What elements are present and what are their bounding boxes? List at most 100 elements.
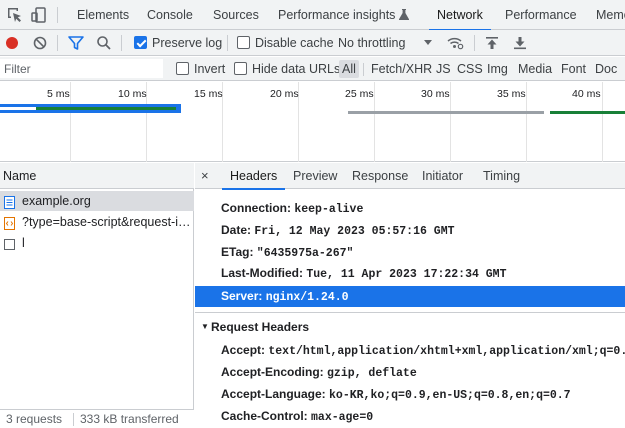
header-value: "6435975a-267" (256, 247, 354, 260)
transferred-size: 333 kB transferred (80, 412, 179, 426)
request-header-row[interactable]: Cache-Control: max-age=0 (195, 406, 625, 427)
request-count: 3 requests (6, 412, 63, 426)
filter-type-all[interactable]: All (339, 60, 359, 78)
search-icon[interactable] (95, 34, 113, 52)
request-header-row[interactable]: Accept-Language: ko-KR,ko;q=0.9,en-US;q=… (195, 384, 625, 405)
response-header-row[interactable]: Date: Fri, 12 May 2023 05:57:16 GMT (195, 220, 625, 241)
waterfall-bar-document-gap (0, 107, 36, 110)
header-value: text/html,application/xhtml+xml,applicat… (268, 345, 625, 358)
header-key: ETag: (221, 245, 254, 259)
response-header-row[interactable]: Connection: keep-alive (195, 198, 625, 219)
tab-headers[interactable]: Headers (221, 163, 286, 190)
header-value: max-age=0 (311, 411, 374, 424)
header-line: Date: Fri, 12 May 2023 05:57:16 GMT (221, 220, 455, 241)
throttle-dropdown-icon[interactable] (421, 35, 439, 53)
import-har-icon[interactable] (483, 34, 501, 52)
overview-waterfall (0, 104, 625, 114)
network-toolbar: Preserve log Disable cache No throttling (0, 30, 625, 56)
details-tab-bar: × Headers Preview Response Initiator Tim… (195, 163, 625, 190)
document-icon (4, 195, 15, 209)
network-overview-timeline[interactable]: 5 ms 10 ms 15 ms 20 ms 25 ms 30 ms 35 ms… (0, 82, 625, 162)
other-icon (4, 237, 15, 250)
header-value: keep-alive (294, 203, 364, 216)
throttling-select[interactable]: No throttling (338, 30, 405, 56)
tab-initiator[interactable]: Initiator (422, 163, 463, 189)
tab-network[interactable]: Network (429, 0, 491, 31)
invert-checkbox[interactable] (176, 62, 189, 75)
tab-elements[interactable]: Elements (77, 0, 129, 30)
tab-sources[interactable]: Sources (213, 0, 259, 30)
header-line: ETag: "6435975a-267" (221, 242, 353, 263)
tab-response[interactable]: Response (352, 163, 408, 189)
response-header-row[interactable]: Last-Modified: Tue, 11 Apr 2023 17:22:34… (195, 263, 625, 284)
filter-bar: Invert Hide data URLs All Fetch/XHR JS C… (0, 57, 625, 81)
name-column-header[interactable]: Name (0, 163, 194, 189)
network-status-bar: 3 requests 333 kB transferred (0, 409, 194, 428)
filter-type-css[interactable]: CSS (457, 57, 483, 81)
filter-icon[interactable] (67, 34, 85, 52)
header-key: Connection: (221, 201, 291, 215)
toolbar-separator (474, 35, 475, 51)
header-key: Accept: (221, 343, 266, 357)
tab-performance[interactable]: Performance (505, 0, 577, 30)
request-headers-section-toggle[interactable]: ▼ Request Headers (195, 316, 625, 338)
filter-type-js[interactable]: JS (436, 57, 451, 81)
tab-console[interactable]: Console (147, 0, 193, 30)
request-list: Name example.org ?type=base-script&reque… (0, 163, 194, 428)
request-details-panel: × Headers Preview Response Initiator Tim… (195, 163, 625, 428)
waterfall-bar-script-green (550, 111, 625, 114)
request-header-row[interactable]: Accept-Encoding: gzip, deflate (195, 362, 625, 383)
request-header-row[interactable]: Accept: text/html,application/xhtml+xml,… (195, 340, 625, 361)
request-row[interactable]: ?type=base-script&request-id... (0, 212, 194, 232)
export-har-icon[interactable] (511, 34, 529, 52)
inspect-element-icon[interactable] (6, 6, 24, 24)
header-key: Date: (221, 223, 252, 237)
header-value: Fri, 12 May 2023 05:57:16 GMT (254, 225, 455, 238)
network-conditions-icon[interactable] (446, 34, 464, 52)
close-icon[interactable]: × (201, 163, 209, 189)
hide-data-urls-label[interactable]: Hide data URLs (252, 57, 340, 81)
filter-separator (363, 63, 364, 76)
tab-memory[interactable]: Memo (596, 0, 625, 30)
request-name: example.org (22, 194, 91, 208)
invert-label[interactable]: Invert (194, 57, 225, 81)
header-line: Accept: text/html,application/xhtml+xml,… (221, 340, 625, 361)
record-icon[interactable] (3, 34, 21, 52)
tab-preview[interactable]: Preview (293, 163, 337, 189)
header-key: Last-Modified: (221, 266, 303, 280)
filter-type-font[interactable]: Font (561, 57, 586, 81)
tab-bar-separator (57, 7, 58, 23)
header-value: Tue, 11 Apr 2023 17:22:34 GMT (306, 268, 507, 281)
filter-type-media[interactable]: Media (518, 57, 552, 81)
header-key: Accept-Encoding: (221, 365, 324, 379)
header-key: Server: (221, 289, 263, 303)
tab-timing[interactable]: Timing (483, 163, 520, 189)
request-headers-title: Request Headers (211, 320, 310, 334)
filter-type-doc[interactable]: Doc (595, 57, 617, 81)
hide-data-urls-checkbox[interactable] (234, 62, 247, 75)
preserve-log-label[interactable]: Preserve log (152, 30, 222, 56)
header-line: Cache-Control: max-age=0 (221, 406, 373, 427)
filter-type-img[interactable]: Img (487, 57, 508, 81)
header-key: Cache-Control: (221, 409, 308, 423)
header-value: gzip, deflate (327, 367, 417, 380)
device-toolbar-icon[interactable] (30, 6, 48, 24)
tab-performance-insights-label: Performance insights (278, 8, 396, 22)
response-header-row-selected[interactable]: Server: nginx/1.24.0 (195, 286, 625, 307)
header-line: Last-Modified: Tue, 11 Apr 2023 17:22:34… (221, 263, 506, 284)
section-divider (195, 312, 625, 313)
header-line: Accept-Encoding: gzip, deflate (221, 362, 417, 383)
request-row[interactable]: l (0, 233, 194, 253)
response-header-row[interactable]: ETag: "6435975a-267" (195, 242, 625, 263)
clear-icon[interactable] (31, 34, 49, 52)
header-line: Server: nginx/1.24.0 (221, 286, 349, 307)
disable-cache-label[interactable]: Disable cache (255, 30, 334, 56)
header-line: Connection: keep-alive (221, 198, 363, 219)
tab-performance-insights[interactable]: Performance insights (278, 0, 410, 30)
filter-input[interactable] (0, 59, 163, 78)
preserve-log-checkbox[interactable] (134, 36, 147, 49)
status-separator (73, 413, 74, 426)
request-row[interactable]: example.org (0, 191, 194, 211)
filter-type-fetch-xhr[interactable]: Fetch/XHR (371, 57, 432, 81)
disable-cache-checkbox[interactable] (237, 36, 250, 49)
